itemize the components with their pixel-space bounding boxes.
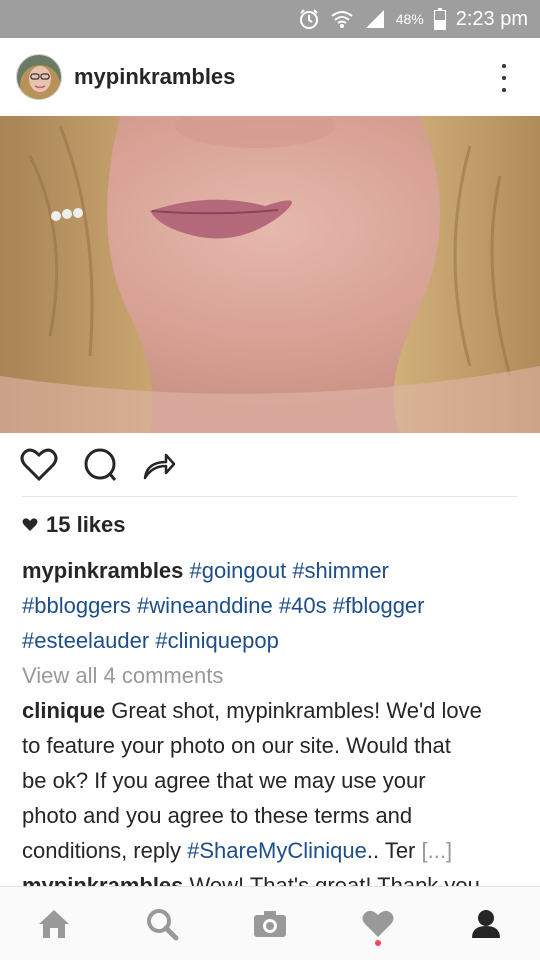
- signal-icon: [364, 9, 386, 29]
- hashtag-link[interactable]: #bbloggers: [22, 593, 131, 618]
- comment-text-line: be ok? If you agree that we may use your: [22, 768, 426, 793]
- heart-outline-icon: [20, 448, 58, 482]
- nav-home[interactable]: [24, 894, 84, 954]
- comment-text-line: Great shot, mypinkrambles! We'd love: [111, 698, 482, 723]
- status-bar: 48% 2:23 pm: [0, 0, 540, 38]
- comment-text-line: photo and you agree to these terms and: [22, 803, 413, 828]
- search-icon: [147, 908, 179, 940]
- comment-text-line: to feature your photo on our site. Would…: [22, 733, 451, 758]
- comment-button[interactable]: [82, 448, 118, 482]
- avatar[interactable]: [16, 54, 62, 100]
- profile-icon: [472, 909, 500, 938]
- comment-text-line: conditions, reply: [22, 838, 181, 863]
- comment-text-line: .. Ter: [366, 838, 416, 863]
- clock: 2:23 pm: [455, 7, 528, 30]
- wifi-icon: [330, 9, 354, 29]
- nav-activity[interactable]: [348, 894, 408, 954]
- comment: clinique Great shot, mypinkrambles! We'd…: [22, 693, 522, 868]
- hashtag-link[interactable]: #shimmer: [292, 558, 389, 583]
- camera-icon: [254, 910, 286, 937]
- share-arrow-icon: [143, 453, 176, 480]
- caption-block: mypinkrambles #goingout #shimmer #bblogg…: [22, 553, 522, 888]
- dot-icon: [502, 64, 506, 68]
- more-options-button[interactable]: [494, 64, 514, 92]
- post-photo[interactable]: [0, 116, 540, 433]
- hashtag-link[interactable]: #40s: [279, 593, 327, 618]
- battery-icon: [433, 8, 446, 30]
- battery-percent: 48%: [395, 11, 424, 27]
- hashtag-link[interactable]: #esteelauder: [22, 628, 149, 653]
- action-bar: [0, 433, 540, 497]
- dot-icon: [502, 88, 506, 92]
- caption-line-1: mypinkrambles #goingout #shimmer: [22, 553, 522, 588]
- comment-username[interactable]: clinique: [22, 698, 105, 723]
- comment-bubble-icon: [84, 448, 117, 481]
- post-header: mypinkrambles: [0, 38, 540, 116]
- caption-line-3: #esteelauder #cliniquepop: [22, 623, 522, 658]
- hashtag-link[interactable]: #goingout: [190, 558, 287, 583]
- like-button[interactable]: [20, 448, 58, 482]
- post-username[interactable]: mypinkrambles: [74, 64, 235, 90]
- reply-comment: mypinkrambles Wow! That's great! Thank y…: [22, 868, 522, 888]
- nav-search[interactable]: [132, 894, 192, 954]
- nav-profile[interactable]: [456, 894, 516, 954]
- dot-icon: [502, 76, 506, 80]
- alarm-icon: [298, 8, 320, 30]
- activity-heart-icon: [362, 910, 394, 937]
- divider: [22, 496, 518, 497]
- more-link[interactable]: [...]: [422, 838, 453, 863]
- likes-count[interactable]: 15 likes: [22, 512, 126, 538]
- nav-camera[interactable]: [240, 894, 300, 954]
- hashtag-link[interactable]: #fblogger: [333, 593, 425, 618]
- caption-line-2: #bbloggers #wineanddine #40s #fblogger: [22, 588, 522, 623]
- hashtag-link[interactable]: #cliniquepop: [155, 628, 279, 653]
- caption-username[interactable]: mypinkrambles: [22, 558, 183, 583]
- view-all-comments-link[interactable]: View all 4 comments: [22, 658, 522, 693]
- notification-dot: [375, 939, 381, 946]
- bottom-nav: [0, 886, 540, 960]
- share-button[interactable]: [142, 450, 176, 480]
- heart-icon: [22, 518, 38, 532]
- hashtag-link[interactable]: #ShareMyClinique: [187, 838, 367, 863]
- home-icon: [39, 909, 69, 938]
- likes-label: 15 likes: [46, 512, 126, 537]
- hashtag-link[interactable]: #wineanddine: [137, 593, 273, 618]
